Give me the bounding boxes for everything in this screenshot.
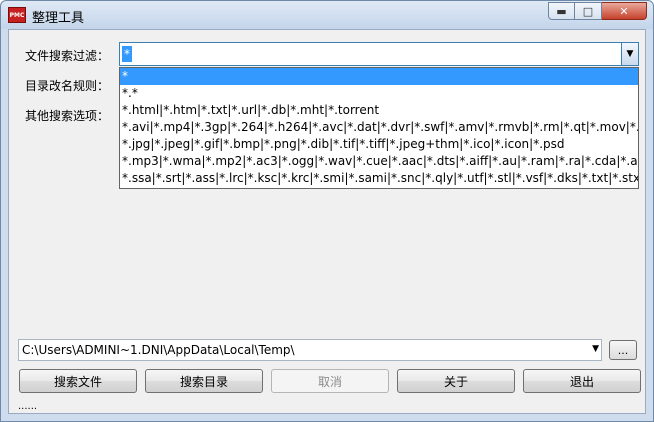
browse-button[interactable]: ... xyxy=(609,340,637,360)
window-title: 整理工具 xyxy=(32,11,85,26)
filter-label: 文件搜索过滤： xyxy=(25,49,110,63)
search-files-button[interactable]: 搜索文件 xyxy=(19,369,137,393)
filter-combobox[interactable]: * ▼ xyxy=(119,42,639,66)
filter-dropdown-button[interactable]: ▼ xyxy=(621,43,638,65)
cancel-button[interactable]: 取消 xyxy=(271,369,389,393)
path-value[interactable]: C:\Users\ADMINI~1.DNI\AppData\Local\Temp… xyxy=(22,343,295,357)
exit-button[interactable]: 退出 xyxy=(523,369,641,393)
status-text: ...... xyxy=(18,401,38,412)
close-button[interactable]: ✕ xyxy=(602,2,647,20)
chevron-down-icon: ▼ xyxy=(626,49,634,59)
about-button[interactable]: 关于 xyxy=(397,369,515,393)
rename-rule-label: 目录改名规则： xyxy=(25,79,110,93)
title-bar[interactable]: PMC 整理工具 ▬ □ ✕ xyxy=(1,1,653,29)
filter-dropdown-list: * *.* *.html|*.htm|*.txt|*.url|*.db|*.mh… xyxy=(119,67,639,189)
caption-buttons: ▬ □ ✕ xyxy=(548,2,647,20)
path-combobox[interactable]: C:\Users\ADMINI~1.DNI\AppData\Local\Temp… xyxy=(18,339,602,361)
app-window: PMC 整理工具 ▬ □ ✕ 文件搜索过滤： 目录改名规则： 其他搜索选项： *… xyxy=(0,0,654,422)
minimize-button[interactable]: ▬ xyxy=(548,2,575,20)
dropdown-option[interactable]: *.mp3|*.wma|*.mp2|*.ac3|*.ogg|*.wav|*.cu… xyxy=(120,153,638,170)
dropdown-option[interactable]: *.jpg|*.jpeg|*.gif|*.bmp|*.png|*.dib|*.t… xyxy=(120,136,638,153)
close-icon: ✕ xyxy=(619,4,629,18)
dropdown-option[interactable]: *.* xyxy=(120,85,638,102)
other-options-label: 其他搜索选项： xyxy=(25,109,110,123)
dropdown-option[interactable]: *.avi|*.mp4|*.3gp|*.264|*.h264|*.avc|*.d… xyxy=(120,119,638,136)
maximize-button[interactable]: □ xyxy=(575,2,602,20)
maximize-icon: □ xyxy=(582,4,594,18)
minimize-icon: ▬ xyxy=(556,4,567,18)
app-logo-icon: PMC xyxy=(8,7,26,23)
dropdown-option[interactable]: * xyxy=(120,68,638,85)
dropdown-option[interactable]: *.ssa|*.srt|*.ass|*.lrc|*.ksc|*.krc|*.sm… xyxy=(120,170,638,187)
client-area: 文件搜索过滤： 目录改名规则： 其他搜索选项： * ▼ * *.* *.html… xyxy=(8,29,646,414)
chevron-down-icon[interactable]: ▼ xyxy=(592,344,599,354)
dropdown-option[interactable]: *.html|*.htm|*.txt|*.url|*.db|*.mht|*.to… xyxy=(120,102,638,119)
search-directories-button[interactable]: 搜索目录 xyxy=(145,369,263,393)
filter-combobox-value[interactable]: * xyxy=(122,46,132,62)
